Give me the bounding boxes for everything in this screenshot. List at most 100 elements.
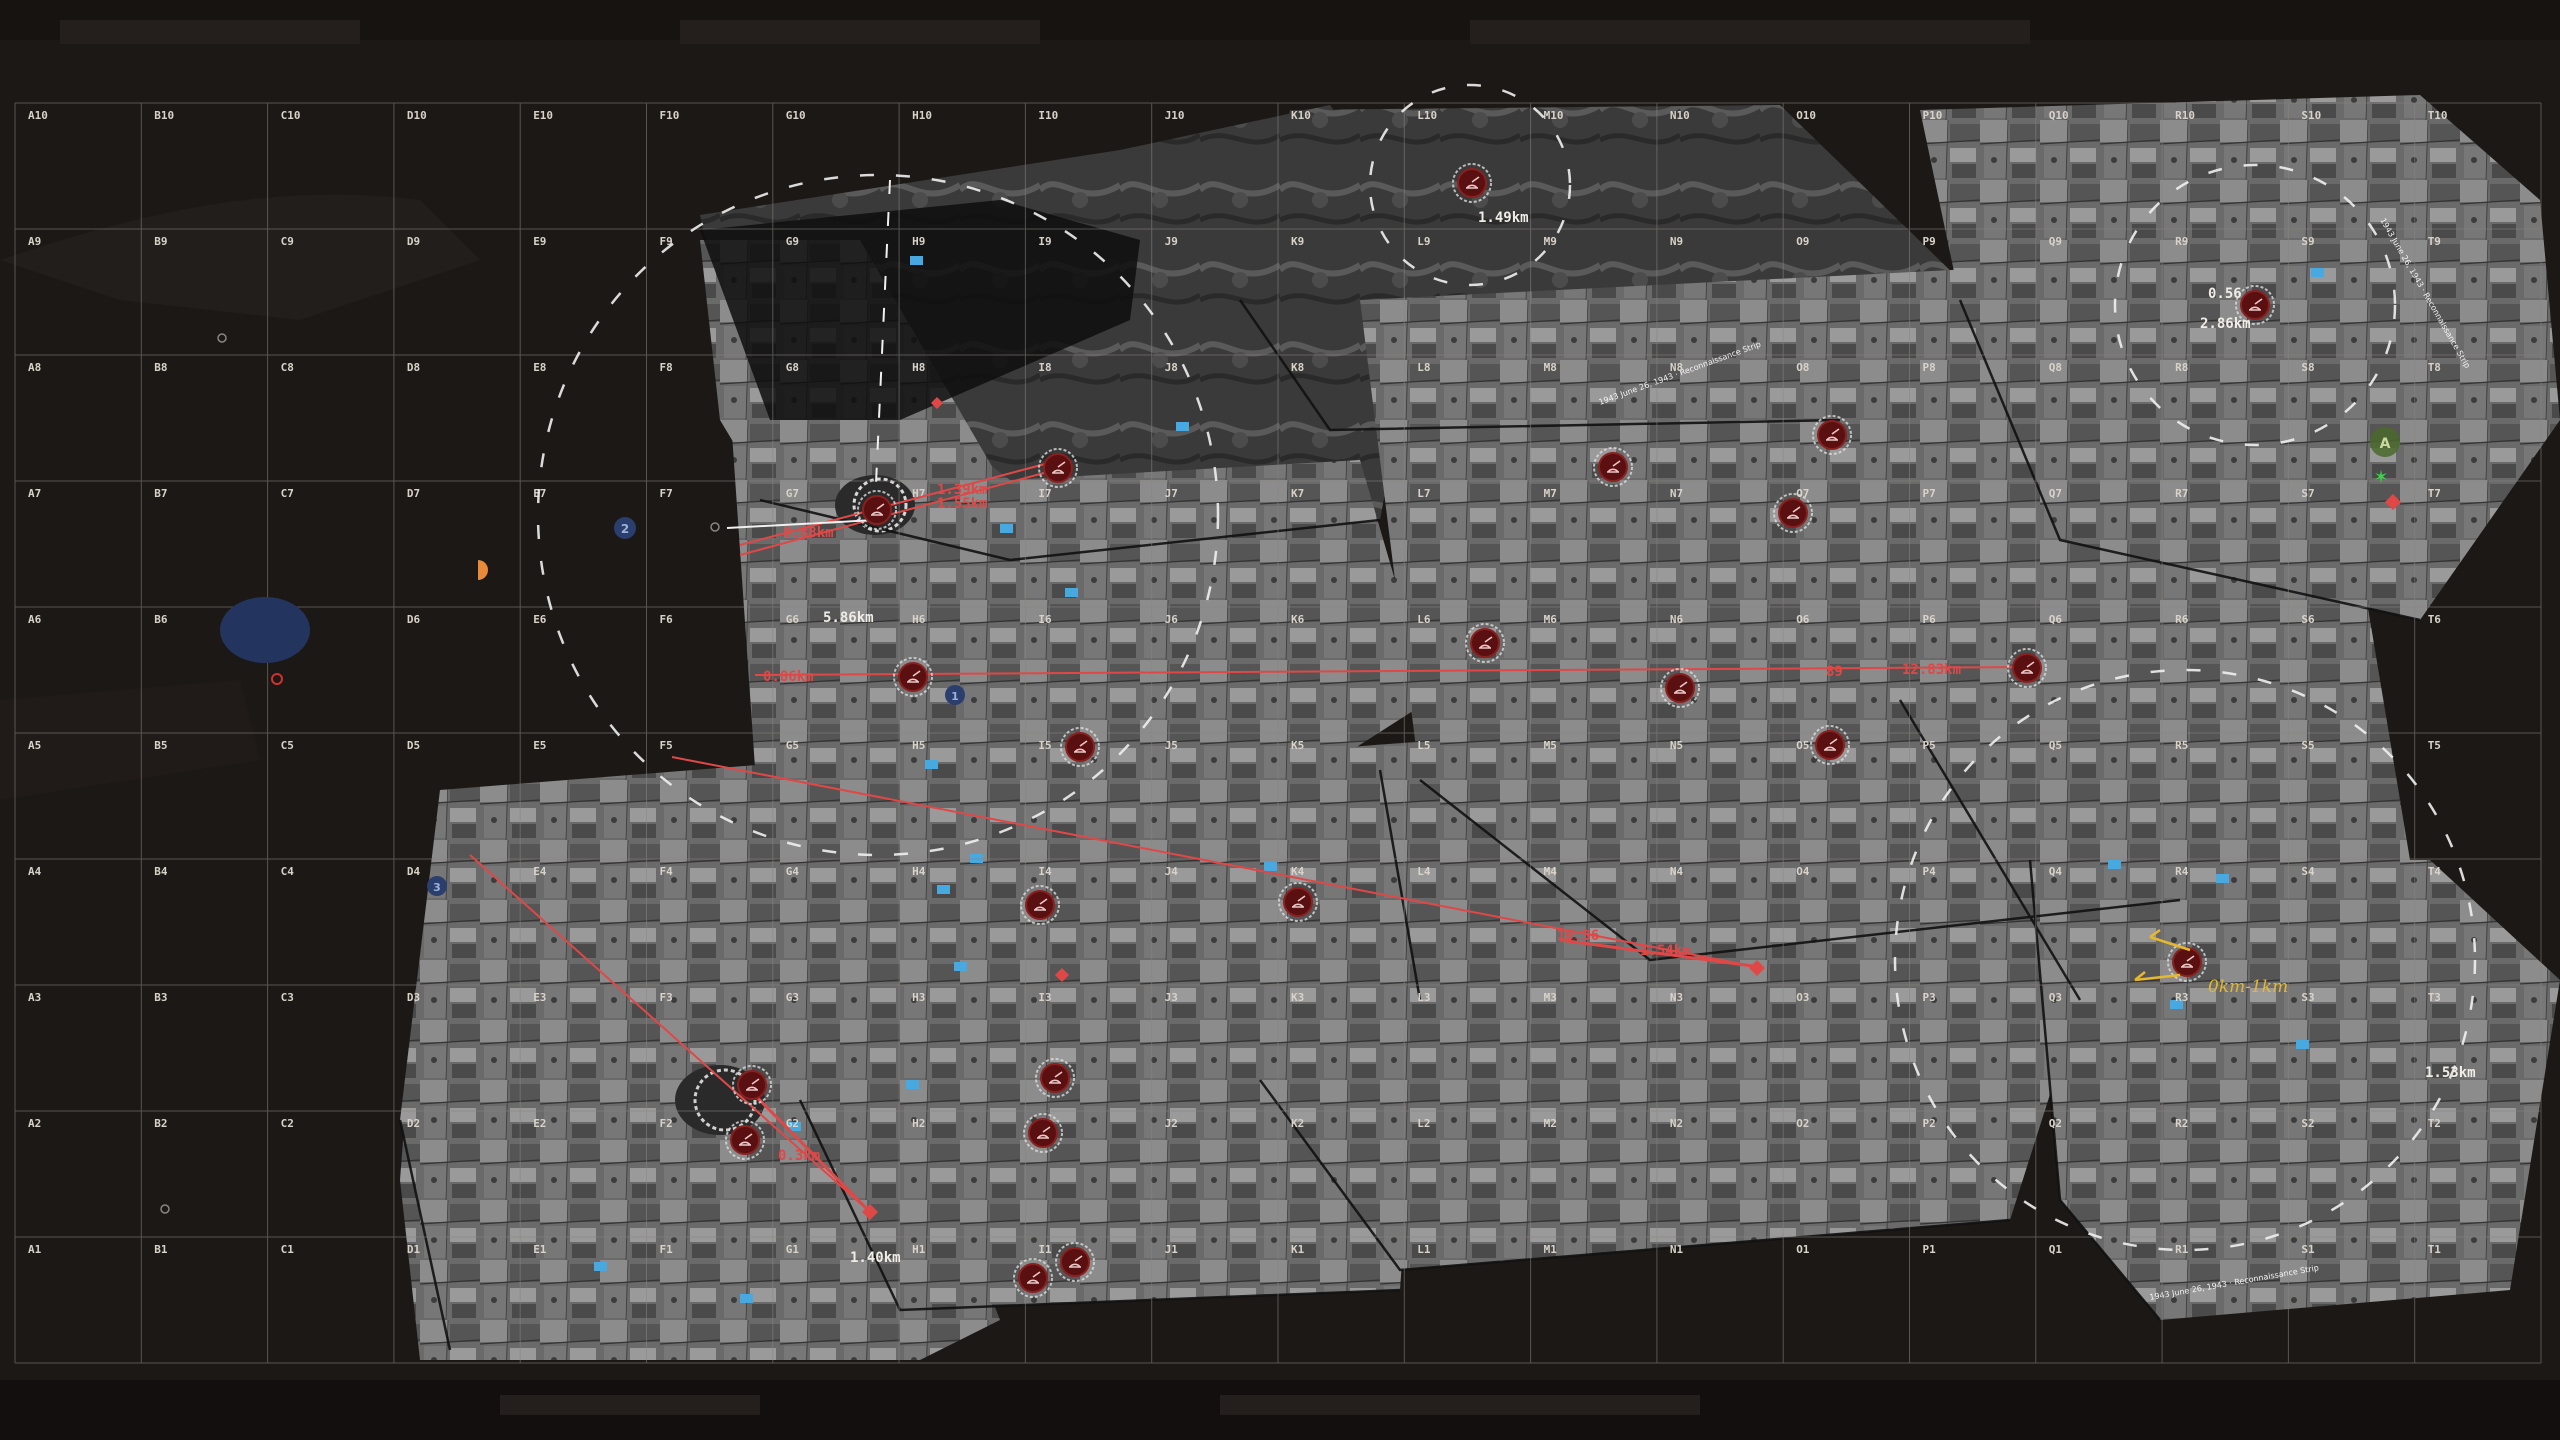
grid-cell-label: S4 [2301,865,2315,878]
grid-cell-label: N10 [1670,109,1690,122]
grid-cell-label: M1 [1544,1243,1558,1256]
supply-icon[interactable] [740,1294,753,1303]
grid-cell-label: I3 [1038,991,1051,1004]
squad-number: 1 [951,690,959,703]
supply-icon[interactable] [925,760,938,769]
grid-cell-label: E3 [533,991,546,1004]
map-grid [14,102,2542,1364]
distance-label: 0.86km [763,669,814,685]
grid-cell-label: R1 [2175,1243,2189,1256]
grid-cell-label: L7 [1417,487,1430,500]
distance-label: 0.56 [2208,286,2242,302]
grid-cell-label: M6 [1544,613,1558,626]
grid-cell-label: H1 [912,1243,926,1256]
tactical-map[interactable]: 1943 June 26, 1943 · Reconnaissance Stri… [0,0,2560,1440]
grid-cell-label: K9 [1291,235,1304,248]
objective-flag-icon: ✶ [2373,467,2388,488]
player-blob-icon[interactable] [220,597,310,663]
distance-label: 89 [1826,664,1843,680]
grid-cell-label: M7 [1544,487,1557,500]
grid-cell-label: L3 [1417,991,1430,1004]
grid-cell-label: C5 [281,739,294,752]
grid-cell-label: E5 [533,739,546,752]
grid-cell-label: I4 [1038,865,1052,878]
grid-cell-label: B8 [154,361,167,374]
grid-cell-label: C2 [281,1117,294,1130]
supply-icon[interactable] [910,256,923,265]
grid-cell-label: I1 [1038,1243,1052,1256]
grid-cell-label: L9 [1417,235,1430,248]
supply-icon[interactable] [1000,524,1013,533]
distance-label: 10.36 [1557,928,1599,944]
grid-cell-label: N5 [1670,739,1683,752]
grid-cell-label: B9 [154,235,167,248]
grid-cell-label: T8 [2428,361,2441,374]
grid-cell-label: I9 [1038,235,1051,248]
grid-cell-label: N8 [1670,361,1683,374]
grid-cell-label: M2 [1544,1117,1557,1130]
supply-icon[interactable] [1176,422,1189,431]
grid-cell-label: G5 [786,739,799,752]
grid-cell-label: G1 [786,1243,800,1256]
supply-icon[interactable] [1065,588,1078,597]
squad-number: 3 [433,881,441,894]
grid-cell-label: J4 [1165,865,1179,878]
grid-cell-label: B10 [154,109,174,122]
grid-cell-label: C4 [281,865,295,878]
grid-cell-label: S1 [2301,1243,2315,1256]
grid-cell-label: G9 [786,235,799,248]
distance-label: 0.88km [783,525,834,541]
grid-cell-label: S6 [2301,613,2315,626]
grid-cell-label: M3 [1544,991,1557,1004]
grid-cell-label: E9 [533,235,546,248]
supply-icon[interactable] [937,885,950,894]
grid-cell-label: A5 [28,739,41,752]
grid-cell-label: F2 [660,1117,673,1130]
grid-cell-label: R7 [2175,487,2188,500]
grid-cell-label: J3 [1165,991,1178,1004]
grid-cell-label: B5 [154,739,167,752]
grid-cell-label: E6 [533,613,547,626]
grid-cell-label: T2 [2428,1117,2441,1130]
supply-icon[interactable] [2108,860,2121,869]
supply-icon[interactable] [2216,874,2229,883]
grid-cell-label: Q4 [2049,865,2063,878]
grid-cell-label: F8 [660,361,673,374]
grid-cell-label: B6 [154,613,168,626]
grid-cell-label: C7 [281,487,294,500]
grid-cell-label: P4 [1923,865,1937,878]
grid-cell-label: Q8 [2049,361,2062,374]
grid-cell-label: P10 [1923,109,1943,122]
distance-label: 1.49km [1478,210,1529,226]
supply-icon[interactable] [906,1080,919,1089]
grid-cell-label: M5 [1544,739,1557,752]
grid-cell-label: T4 [2428,865,2442,878]
grid-cell-label: I10 [1038,109,1058,122]
grid-cell-label: O2 [1796,1117,1809,1130]
grid-cell-label: N4 [1670,865,1684,878]
grid-cell-label: O1 [1796,1243,1810,1256]
supply-icon[interactable] [2296,1040,2309,1049]
grid-cell-label: O7 [1796,487,1809,500]
grid-cell-label: N1 [1670,1243,1684,1256]
grid-cell-label: D3 [407,991,420,1004]
grid-cell-label: Q5 [2049,739,2062,752]
grid-cell-label: P6 [1923,613,1937,626]
supply-icon[interactable] [2311,268,2324,277]
supply-icon[interactable] [954,962,967,971]
grid-cell-label: B2 [154,1117,167,1130]
grid-cell-label: I6 [1038,613,1052,626]
grid-cell-label: B3 [154,991,167,1004]
grid-cell-label: H8 [912,361,925,374]
grid-cell-label: O6 [1796,613,1810,626]
supply-icon[interactable] [594,1262,607,1271]
supply-icon[interactable] [1264,862,1277,871]
distance-label: 1.54km [1640,943,1691,959]
grid-cell-label: K3 [1291,991,1304,1004]
grid-cell-label: B1 [154,1243,168,1256]
grid-cell-label: G8 [786,361,799,374]
grid-cell-label: J6 [1165,613,1179,626]
grid-cell-label: T7 [2428,487,2441,500]
grid-cell-label: P8 [1923,361,1936,374]
grid-cell-label: N9 [1670,235,1683,248]
